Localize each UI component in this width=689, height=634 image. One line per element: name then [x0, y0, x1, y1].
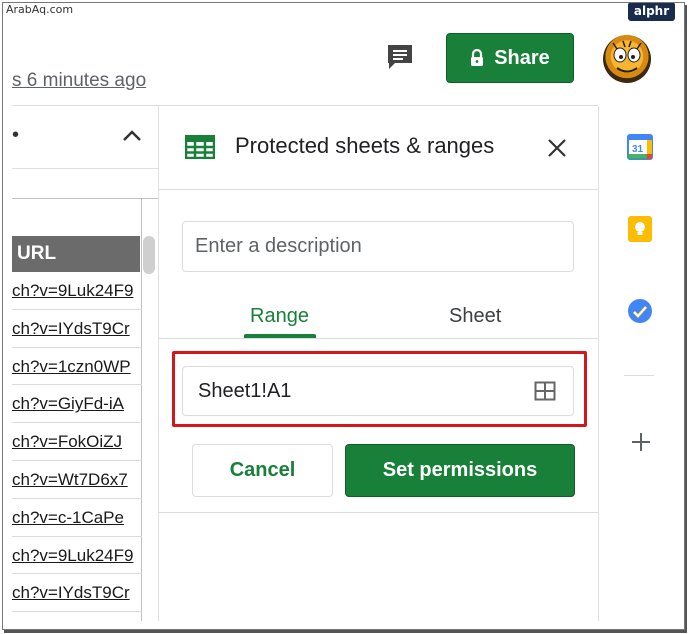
cancel-button[interactable]: Cancel	[192, 444, 333, 497]
range-field[interactable]: Sheet1!A1	[182, 366, 574, 416]
calendar-icon[interactable]: 31	[626, 133, 654, 161]
avatar[interactable]	[603, 35, 651, 83]
toolbar-divider	[12, 168, 158, 169]
side-panel-divider	[624, 375, 654, 376]
keep-icon[interactable]	[626, 214, 654, 242]
column-header-row	[12, 198, 158, 199]
sheet-dot: •	[12, 124, 20, 146]
panel-border-left	[158, 106, 159, 621]
tabs-divider	[159, 338, 598, 339]
range-value: Sheet1!A1	[198, 380, 292, 402]
table-cell[interactable]: ch?v=IYdsT9Cr	[12, 310, 142, 348]
garfield-avatar-icon	[612, 40, 642, 73]
alphr-badge: alphr	[628, 2, 675, 21]
sheets-table-icon	[185, 135, 215, 159]
table-cell[interactable]: ch?v=FokOiZJ	[12, 423, 142, 461]
chevron-up-icon[interactable]	[122, 128, 142, 142]
table-cell[interactable]: ch?v=1czn0WP	[12, 348, 142, 386]
spreadsheet-area: • URL ch?v=9Luk24F9 ch?v=IYdsT9Cr ch?v=1…	[12, 106, 158, 621]
table-cell[interactable]: ch?v=Wt7D6x7	[12, 461, 142, 499]
close-icon[interactable]	[546, 137, 568, 159]
last-edit-link[interactable]: s 6 minutes ago	[12, 70, 146, 92]
watermark: ArabAq.com	[6, 3, 74, 16]
panel-title: Protected sheets & ranges	[235, 133, 495, 158]
tab-range[interactable]: Range	[250, 305, 309, 328]
panel-border-right	[598, 106, 599, 621]
table-cell[interactable]: ch?v=9Luk24F9	[12, 537, 142, 575]
table-cell[interactable]: ch?v=GiyFd-iA	[12, 385, 142, 424]
url-cells: ch?v=9Luk24F9 ch?v=IYdsT9Cr ch?v=1czn0WP…	[12, 272, 142, 613]
panel-header-divider	[159, 189, 598, 190]
tab-sheet[interactable]: Sheet	[449, 305, 501, 328]
table-cell[interactable]: ch?v=c-1CaPe	[12, 499, 142, 537]
lock-icon	[471, 49, 484, 66]
calendar-date: 31	[632, 144, 644, 155]
share-label: Share	[494, 46, 550, 69]
panel-footer-divider	[159, 512, 598, 513]
app-window: ArabAq.com alphr s 6 minutes ago Share •	[0, 0, 689, 634]
tasks-icon[interactable]	[626, 297, 654, 325]
add-icon[interactable]	[630, 431, 652, 453]
vertical-scrollbar[interactable]	[143, 236, 155, 274]
set-permissions-button[interactable]: Set permissions	[345, 444, 575, 497]
url-column-header[interactable]: URL	[12, 236, 140, 272]
table-cell[interactable]: ch?v=9Luk24F9	[12, 272, 142, 310]
table-cell[interactable]: ch?v=IYdsT9Cr	[12, 574, 142, 613]
select-range-grid-icon[interactable]	[534, 381, 556, 401]
comment-icon[interactable]	[385, 42, 415, 72]
share-button[interactable]: Share	[446, 33, 574, 83]
description-input[interactable]	[182, 221, 574, 272]
